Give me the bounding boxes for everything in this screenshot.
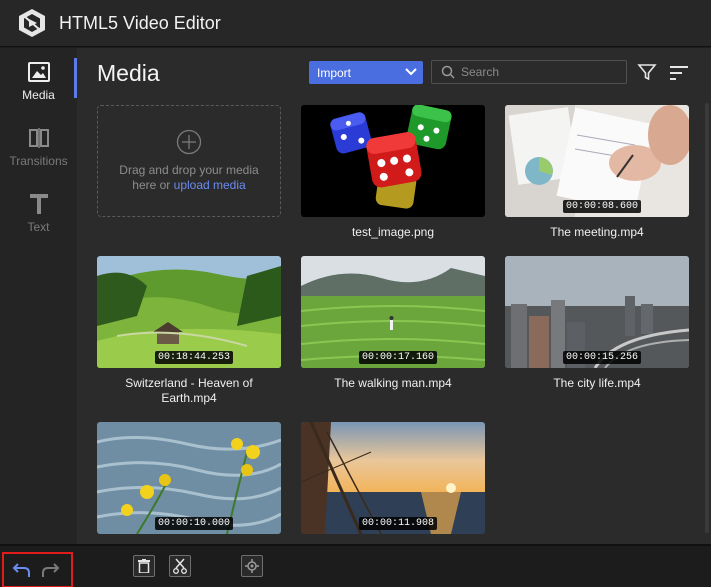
media-thumbnail: 00:00:08.600 (505, 105, 689, 217)
image-icon (27, 60, 51, 84)
import-label: Import (317, 65, 352, 80)
media-item-the-city-life[interactable]: 00:00:15.256 The city life.mp4 (505, 256, 689, 391)
media-thumbnail: 00:00:11.908 (301, 422, 485, 534)
duration-badge: 00:00:15.256 (563, 351, 642, 364)
media-thumbnail: 00:00:15.256 (505, 256, 689, 368)
media-item-switzerland[interactable]: 00:18:44.253 Switzerland - Heaven of Ear… (97, 256, 281, 406)
media-item-name: The walking man.mp4 (334, 376, 452, 390)
search-input[interactable] (461, 65, 621, 79)
filter-icon[interactable] (637, 62, 657, 82)
settings-button[interactable] (241, 555, 263, 577)
media-panel: Media Import Search Drag and drop your m… (77, 48, 711, 544)
sidebar: Media Transitions Text (0, 48, 77, 544)
duration-badge: 00:00:10.000 (155, 517, 234, 530)
media-thumbnail (301, 105, 485, 217)
media-item-test-image[interactable]: test_image.png (301, 105, 485, 240)
media-item-name: test_image.png (351, 225, 435, 239)
media-item-flowers[interactable]: 00:00:10.000 (97, 422, 281, 534)
scissors-icon (173, 558, 187, 574)
delete-button[interactable] (133, 555, 155, 577)
video-editor-app: HTML5 Video Editor Media Transitions Tex… (0, 0, 711, 587)
redo-button[interactable] (38, 558, 62, 582)
transitions-icon (27, 126, 51, 150)
undo-redo-group (2, 552, 73, 587)
media-item-sunset[interactable]: 00:00:11.908 (301, 422, 485, 534)
sidebar-item-transitions[interactable]: Transitions (0, 114, 77, 174)
upload-media-link[interactable]: upload media (174, 178, 246, 192)
page-title: Media (97, 60, 160, 86)
app-title: HTML5 Video Editor (59, 12, 221, 33)
duration-badge: 00:00:11.908 (359, 517, 438, 530)
media-thumbnail: 00:00:10.000 (97, 422, 281, 534)
text-icon (27, 192, 51, 216)
add-circle-icon (176, 129, 202, 155)
undo-button[interactable] (10, 558, 34, 582)
media-item-name: Switzerland - Heaven of Earth.mp4 (125, 376, 253, 405)
chevron-down-icon (405, 68, 417, 76)
title-bar: HTML5 Video Editor (0, 0, 711, 47)
app-logo-icon (19, 9, 45, 37)
media-item-the-meeting[interactable]: 00:00:08.600 The meeting.mp4 (505, 105, 689, 240)
gear-icon (245, 559, 259, 573)
trash-icon (138, 559, 150, 573)
sidebar-item-text[interactable]: Text (0, 180, 77, 240)
split-button[interactable] (169, 555, 191, 577)
redo-icon (42, 563, 60, 577)
duration-badge: 00:00:08.600 (563, 200, 642, 213)
media-item-name: The meeting.mp4 (550, 225, 644, 239)
sort-icon[interactable] (668, 63, 690, 83)
search-box (431, 60, 627, 84)
media-dropzone[interactable]: Drag and drop your media here or upload … (97, 105, 281, 217)
sidebar-item-label: Text (27, 220, 50, 234)
sidebar-item-label: Transitions (9, 154, 68, 168)
import-dropdown[interactable]: Import (309, 61, 423, 84)
dropzone-text: Drag and drop your media here or upload … (119, 163, 259, 192)
duration-badge: 00:18:44.253 (155, 351, 234, 364)
bottom-toolbar (0, 544, 711, 587)
duration-badge: 00:00:17.160 (359, 351, 438, 364)
media-item-the-walking-man[interactable]: 00:00:17.160 The walking man.mp4 (301, 256, 485, 391)
search-icon (441, 65, 455, 79)
media-item-name: The city life.mp4 (553, 376, 641, 390)
media-scrollbar[interactable] (705, 103, 709, 533)
sidebar-item-media[interactable]: Media (0, 48, 77, 108)
undo-icon (12, 563, 30, 577)
sidebar-item-label: Media (22, 88, 55, 102)
media-thumbnail: 00:18:44.253 (97, 256, 281, 368)
media-thumbnail: 00:00:17.160 (301, 256, 485, 368)
